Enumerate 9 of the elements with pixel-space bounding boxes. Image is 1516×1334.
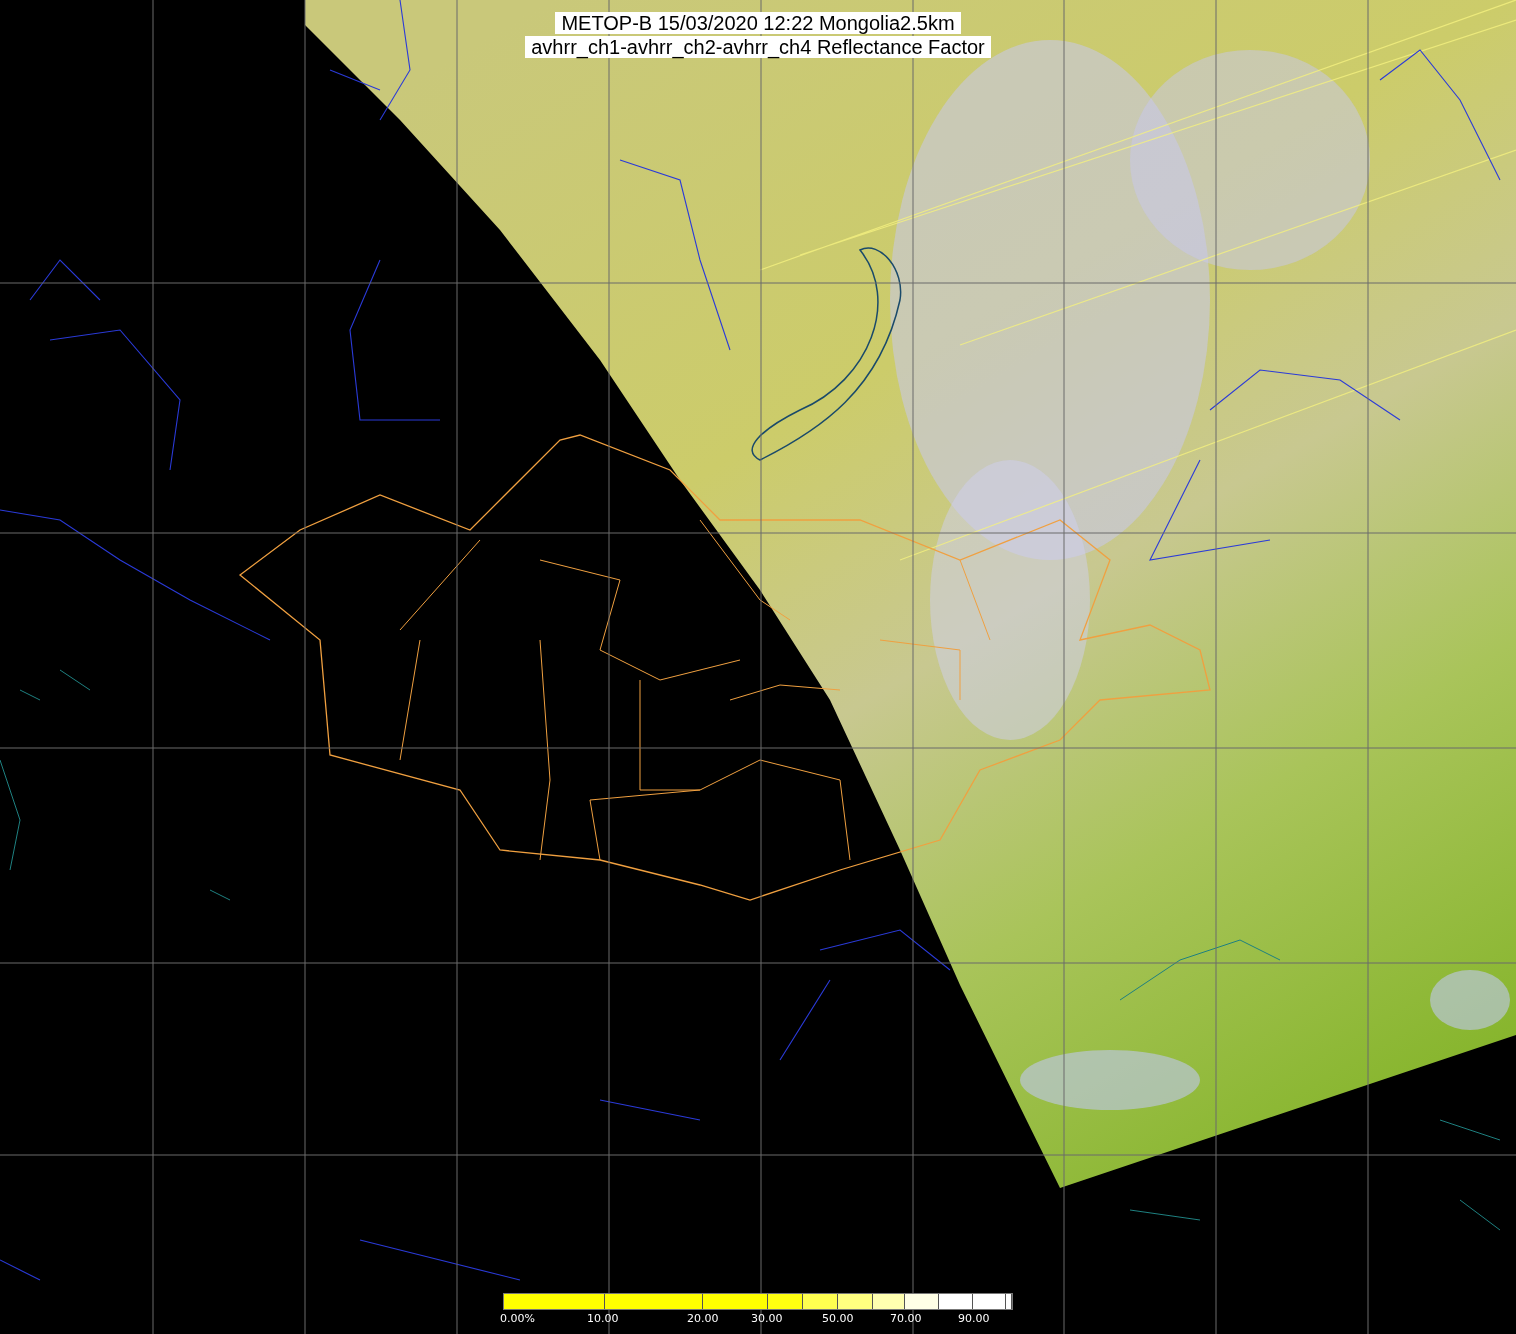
colorbar-tick-label: 70.00 xyxy=(890,1312,922,1325)
image-title: avhrr_ch1-avhrr_ch2-avhrr_ch4 Reflectance Factor xyxy=(525,36,991,58)
colorbar-tick-label: 30.00 xyxy=(751,1312,783,1325)
colorbar-tick-label: 90.00 xyxy=(958,1312,990,1325)
colorbar-tick-label: 10.00 xyxy=(587,1312,619,1325)
colorbar-tick-label: 20.00 xyxy=(687,1312,719,1325)
image-title: METOP-B 15/03/2020 12:22 Mongolia2.5km xyxy=(555,12,961,34)
colorbar-tick-label: 50.00 xyxy=(822,1312,854,1325)
colorbar-tick-label: 0.00% xyxy=(500,1312,535,1325)
